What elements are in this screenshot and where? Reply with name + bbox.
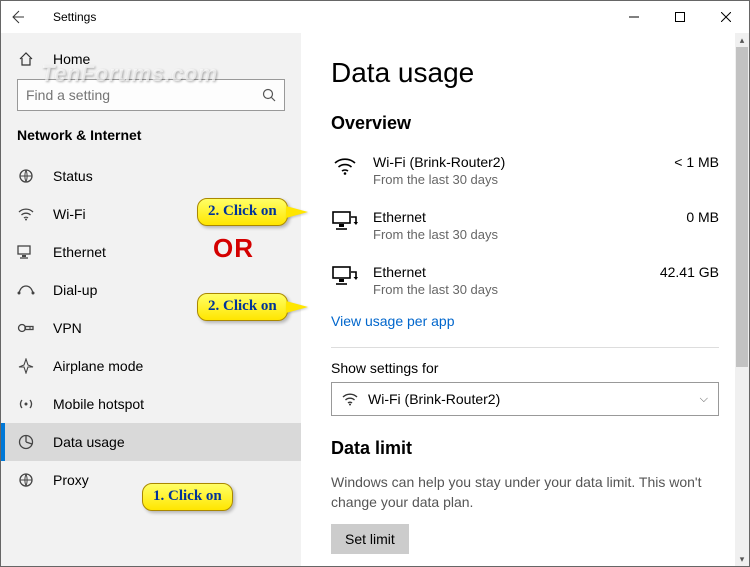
home-nav[interactable]: Home xyxy=(1,43,301,79)
sidebar-item-label: Data usage xyxy=(53,434,125,450)
search-field[interactable] xyxy=(26,87,262,103)
sidebar-item-ethernet[interactable]: Ethernet xyxy=(1,233,301,271)
content-area: Data usage Overview Wi-Fi (Brink-Router2… xyxy=(301,33,749,566)
network-name: Ethernet xyxy=(373,264,645,280)
vpn-icon xyxy=(17,322,35,334)
sidebar-item-label: VPN xyxy=(53,320,82,336)
show-settings-for-dropdown[interactable]: Wi-Fi (Brink-Router2) ⌵ xyxy=(331,382,719,416)
wifi-icon xyxy=(331,154,359,176)
dropdown-value: Wi-Fi (Brink-Router2) xyxy=(368,391,500,407)
sidebar-item-label: Status xyxy=(53,168,93,184)
sidebar-item-label: Dial-up xyxy=(53,282,97,298)
search-input[interactable] xyxy=(17,79,285,111)
wifi-icon xyxy=(17,207,35,221)
search-icon xyxy=(262,88,276,102)
network-sub: From the last 30 days xyxy=(373,172,645,187)
proxy-icon xyxy=(17,472,35,488)
sidebar-item-label: Proxy xyxy=(53,472,89,488)
close-icon xyxy=(721,12,731,22)
maximize-icon xyxy=(675,12,685,22)
network-row[interactable]: Ethernet From the last 30 days 42.41 GB xyxy=(331,258,719,313)
settings-window: Settings Home Network & Internet Status W… xyxy=(0,0,750,567)
ethernet-icon xyxy=(331,209,359,231)
maximize-button[interactable] xyxy=(657,1,703,33)
system-buttons xyxy=(611,1,749,33)
sidebar-item-label: Wi-Fi xyxy=(53,206,86,222)
sidebar-item-datausage[interactable]: Data usage xyxy=(1,423,301,461)
network-value: < 1 MB xyxy=(659,154,719,170)
network-value: 42.41 GB xyxy=(659,264,719,280)
network-sub: From the last 30 days xyxy=(373,227,645,242)
divider xyxy=(331,347,719,348)
scroll-down-arrow[interactable]: ▾ xyxy=(735,552,749,566)
dialup-icon xyxy=(17,284,35,296)
callout-1: 1. Click on xyxy=(142,483,233,511)
chevron-down-icon: ⌵ xyxy=(700,393,708,406)
ethernet-icon xyxy=(331,264,359,286)
wifi-icon xyxy=(342,392,358,406)
window-title: Settings xyxy=(49,10,96,24)
scrollbar[interactable]: ▴ ▾ xyxy=(735,33,749,566)
show-settings-for-label: Show settings for xyxy=(331,360,719,376)
titlebar: Settings xyxy=(1,1,749,33)
network-row[interactable]: Wi-Fi (Brink-Router2) From the last 30 da… xyxy=(331,148,719,203)
callout-2a: 2. Click on xyxy=(197,198,288,226)
network-value: 0 MB xyxy=(659,209,719,225)
ethernet-icon xyxy=(17,245,35,259)
view-usage-per-app-link[interactable]: View usage per app xyxy=(331,313,455,329)
home-icon xyxy=(17,51,35,67)
sidebar-item-status[interactable]: Status xyxy=(1,157,301,195)
airplane-icon xyxy=(17,358,35,374)
data-limit-description: Windows can help you stay under your dat… xyxy=(331,473,711,512)
data-limit-heading: Data limit xyxy=(331,438,719,459)
annotation-or: OR xyxy=(213,233,254,264)
overview-heading: Overview xyxy=(331,113,719,134)
close-button[interactable] xyxy=(703,1,749,33)
minimize-button[interactable] xyxy=(611,1,657,33)
sidebar-item-airplane[interactable]: Airplane mode xyxy=(1,347,301,385)
network-name: Wi-Fi (Brink-Router2) xyxy=(373,154,645,170)
sidebar-item-label: Mobile hotspot xyxy=(53,396,144,412)
network-name: Ethernet xyxy=(373,209,645,225)
back-button[interactable] xyxy=(9,9,49,25)
hotspot-icon xyxy=(17,396,35,412)
scrollbar-thumb[interactable] xyxy=(736,47,748,367)
category-header: Network & Internet xyxy=(1,127,301,157)
page-title: Data usage xyxy=(331,57,719,89)
datausage-icon xyxy=(17,434,35,450)
minimize-icon xyxy=(629,12,639,22)
status-icon xyxy=(17,168,35,184)
sidebar-item-hotspot[interactable]: Mobile hotspot xyxy=(1,385,301,423)
callout-2b: 2. Click on xyxy=(197,293,288,321)
set-limit-button[interactable]: Set limit xyxy=(331,524,409,554)
scroll-up-arrow[interactable]: ▴ xyxy=(735,33,749,47)
sidebar-item-label: Ethernet xyxy=(53,244,106,260)
home-label: Home xyxy=(53,51,90,67)
arrow-left-icon xyxy=(9,9,25,25)
sidebar-item-label: Airplane mode xyxy=(53,358,143,374)
network-sub: From the last 30 days xyxy=(373,282,645,297)
network-row[interactable]: Ethernet From the last 30 days 0 MB xyxy=(331,203,719,258)
